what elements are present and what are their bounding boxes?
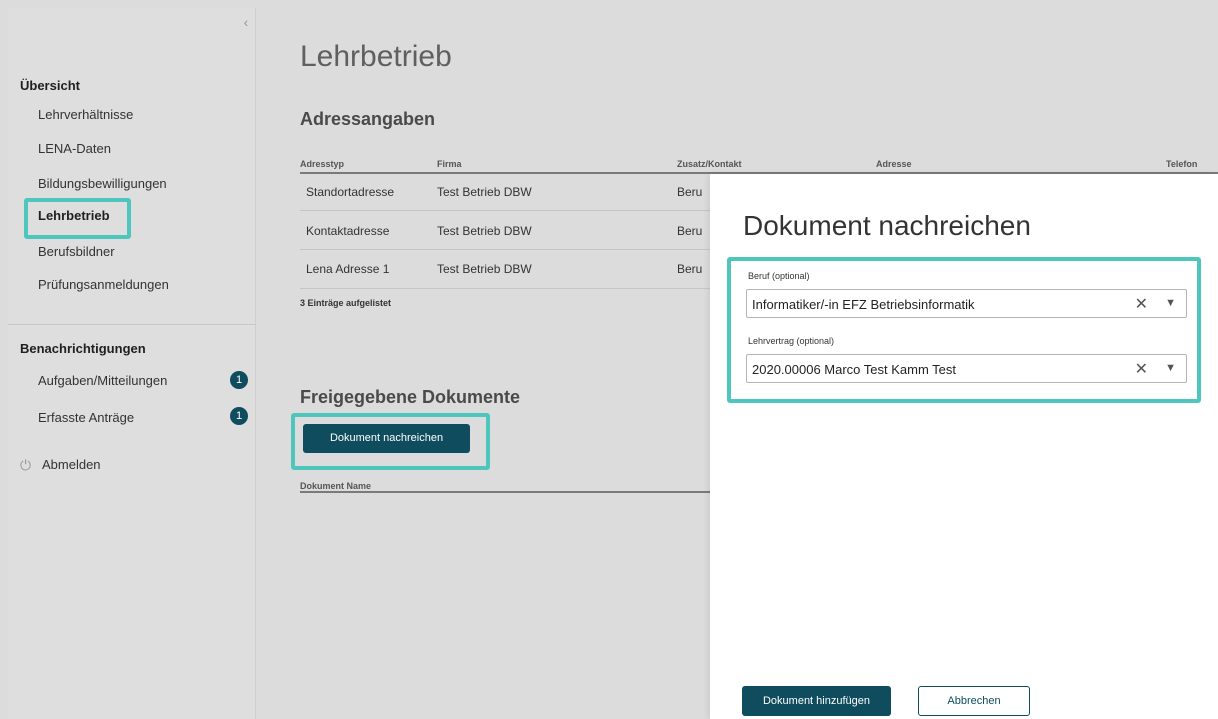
table-cell-kontakt: Beru bbox=[677, 224, 703, 238]
doc-table-header-name: Dokument Name bbox=[300, 481, 372, 491]
power-icon[interactable]: ⏻ bbox=[20, 457, 36, 473]
table-cell-kontakt: Beru bbox=[677, 185, 703, 199]
sidebar-item-aufgaben[interactable]: Aufgaben/Mitteilungen bbox=[38, 373, 167, 388]
table-cell-firma: Test Betrieb DBW bbox=[437, 262, 532, 276]
logout-link[interactable]: Abmelden bbox=[42, 457, 101, 472]
submit-document-button[interactable]: Dokument nachreichen bbox=[303, 424, 470, 453]
sidebar-divider bbox=[8, 324, 256, 325]
table-header-zusatz: Zusatz/Kontakt bbox=[677, 159, 742, 169]
cancel-button[interactable]: Abbrechen bbox=[918, 686, 1030, 716]
table-cell-firma: Test Betrieb DBW bbox=[437, 224, 532, 238]
table-header-adresstyp: Adresstyp bbox=[300, 159, 345, 169]
sidebar: ‹ Übersicht Lehrverhältnisse LENA-Daten … bbox=[8, 8, 256, 719]
sidebar-item-lena-daten[interactable]: LENA-Daten bbox=[38, 141, 111, 156]
notifications-section-title: Benachrichtigungen bbox=[20, 341, 146, 356]
table-header-telefon: Telefon bbox=[1166, 159, 1198, 169]
table-row-divider bbox=[300, 210, 710, 211]
page-title: Lehrbetrieb bbox=[300, 40, 452, 73]
overview-section-title: Übersicht bbox=[20, 78, 80, 93]
notification-count-badge: 1 bbox=[230, 407, 248, 425]
sidebar-item-pruefungsanmeldungen[interactable]: Prüfungsanmeldungen bbox=[38, 277, 169, 292]
docs-section-title: Freigegebene Dokumente bbox=[300, 387, 521, 407]
notification-count-badge: 1 bbox=[230, 371, 248, 389]
table-cell-adresstyp: Lena Adresse 1 bbox=[306, 262, 390, 276]
table-cell-adresstyp: Kontaktadresse bbox=[306, 224, 390, 238]
doc-table-header-divider bbox=[300, 491, 710, 493]
sidebar-item-erfasste-antraege[interactable]: Erfasste Anträge bbox=[38, 410, 134, 425]
lehrbetrieb-highlight bbox=[24, 198, 131, 239]
sidebar-item-lehrverhaeltnisse[interactable]: Lehrverhältnisse bbox=[38, 107, 133, 122]
address-section-title: Adressangaben bbox=[300, 109, 436, 129]
submit-document-panel: Dokument nachreichen Beruf (optional) In… bbox=[710, 174, 1218, 719]
table-cell-kontakt: Beru bbox=[677, 262, 703, 276]
table-header-adresse: Adresse bbox=[876, 159, 912, 169]
table-cell-firma: Test Betrieb DBW bbox=[437, 185, 532, 199]
table-row-divider bbox=[300, 288, 710, 289]
row-count-text: 3 Einträge aufgelistet bbox=[300, 298, 392, 308]
sidebar-item-bildungsbewilligungen[interactable]: Bildungsbewilligungen bbox=[38, 176, 167, 191]
panel-title: Dokument nachreichen bbox=[743, 210, 1031, 241]
add-document-button[interactable]: Dokument hinzufügen bbox=[742, 686, 891, 716]
form-fields-highlight bbox=[727, 257, 1201, 403]
table-row-divider bbox=[300, 249, 710, 250]
table-cell-adresstyp: Standortadresse bbox=[306, 185, 395, 199]
sidebar-item-berufsbildner[interactable]: Berufsbildner bbox=[38, 244, 115, 259]
chevron-left-icon[interactable]: ‹ bbox=[238, 12, 254, 32]
table-header-firma: Firma bbox=[437, 159, 462, 169]
